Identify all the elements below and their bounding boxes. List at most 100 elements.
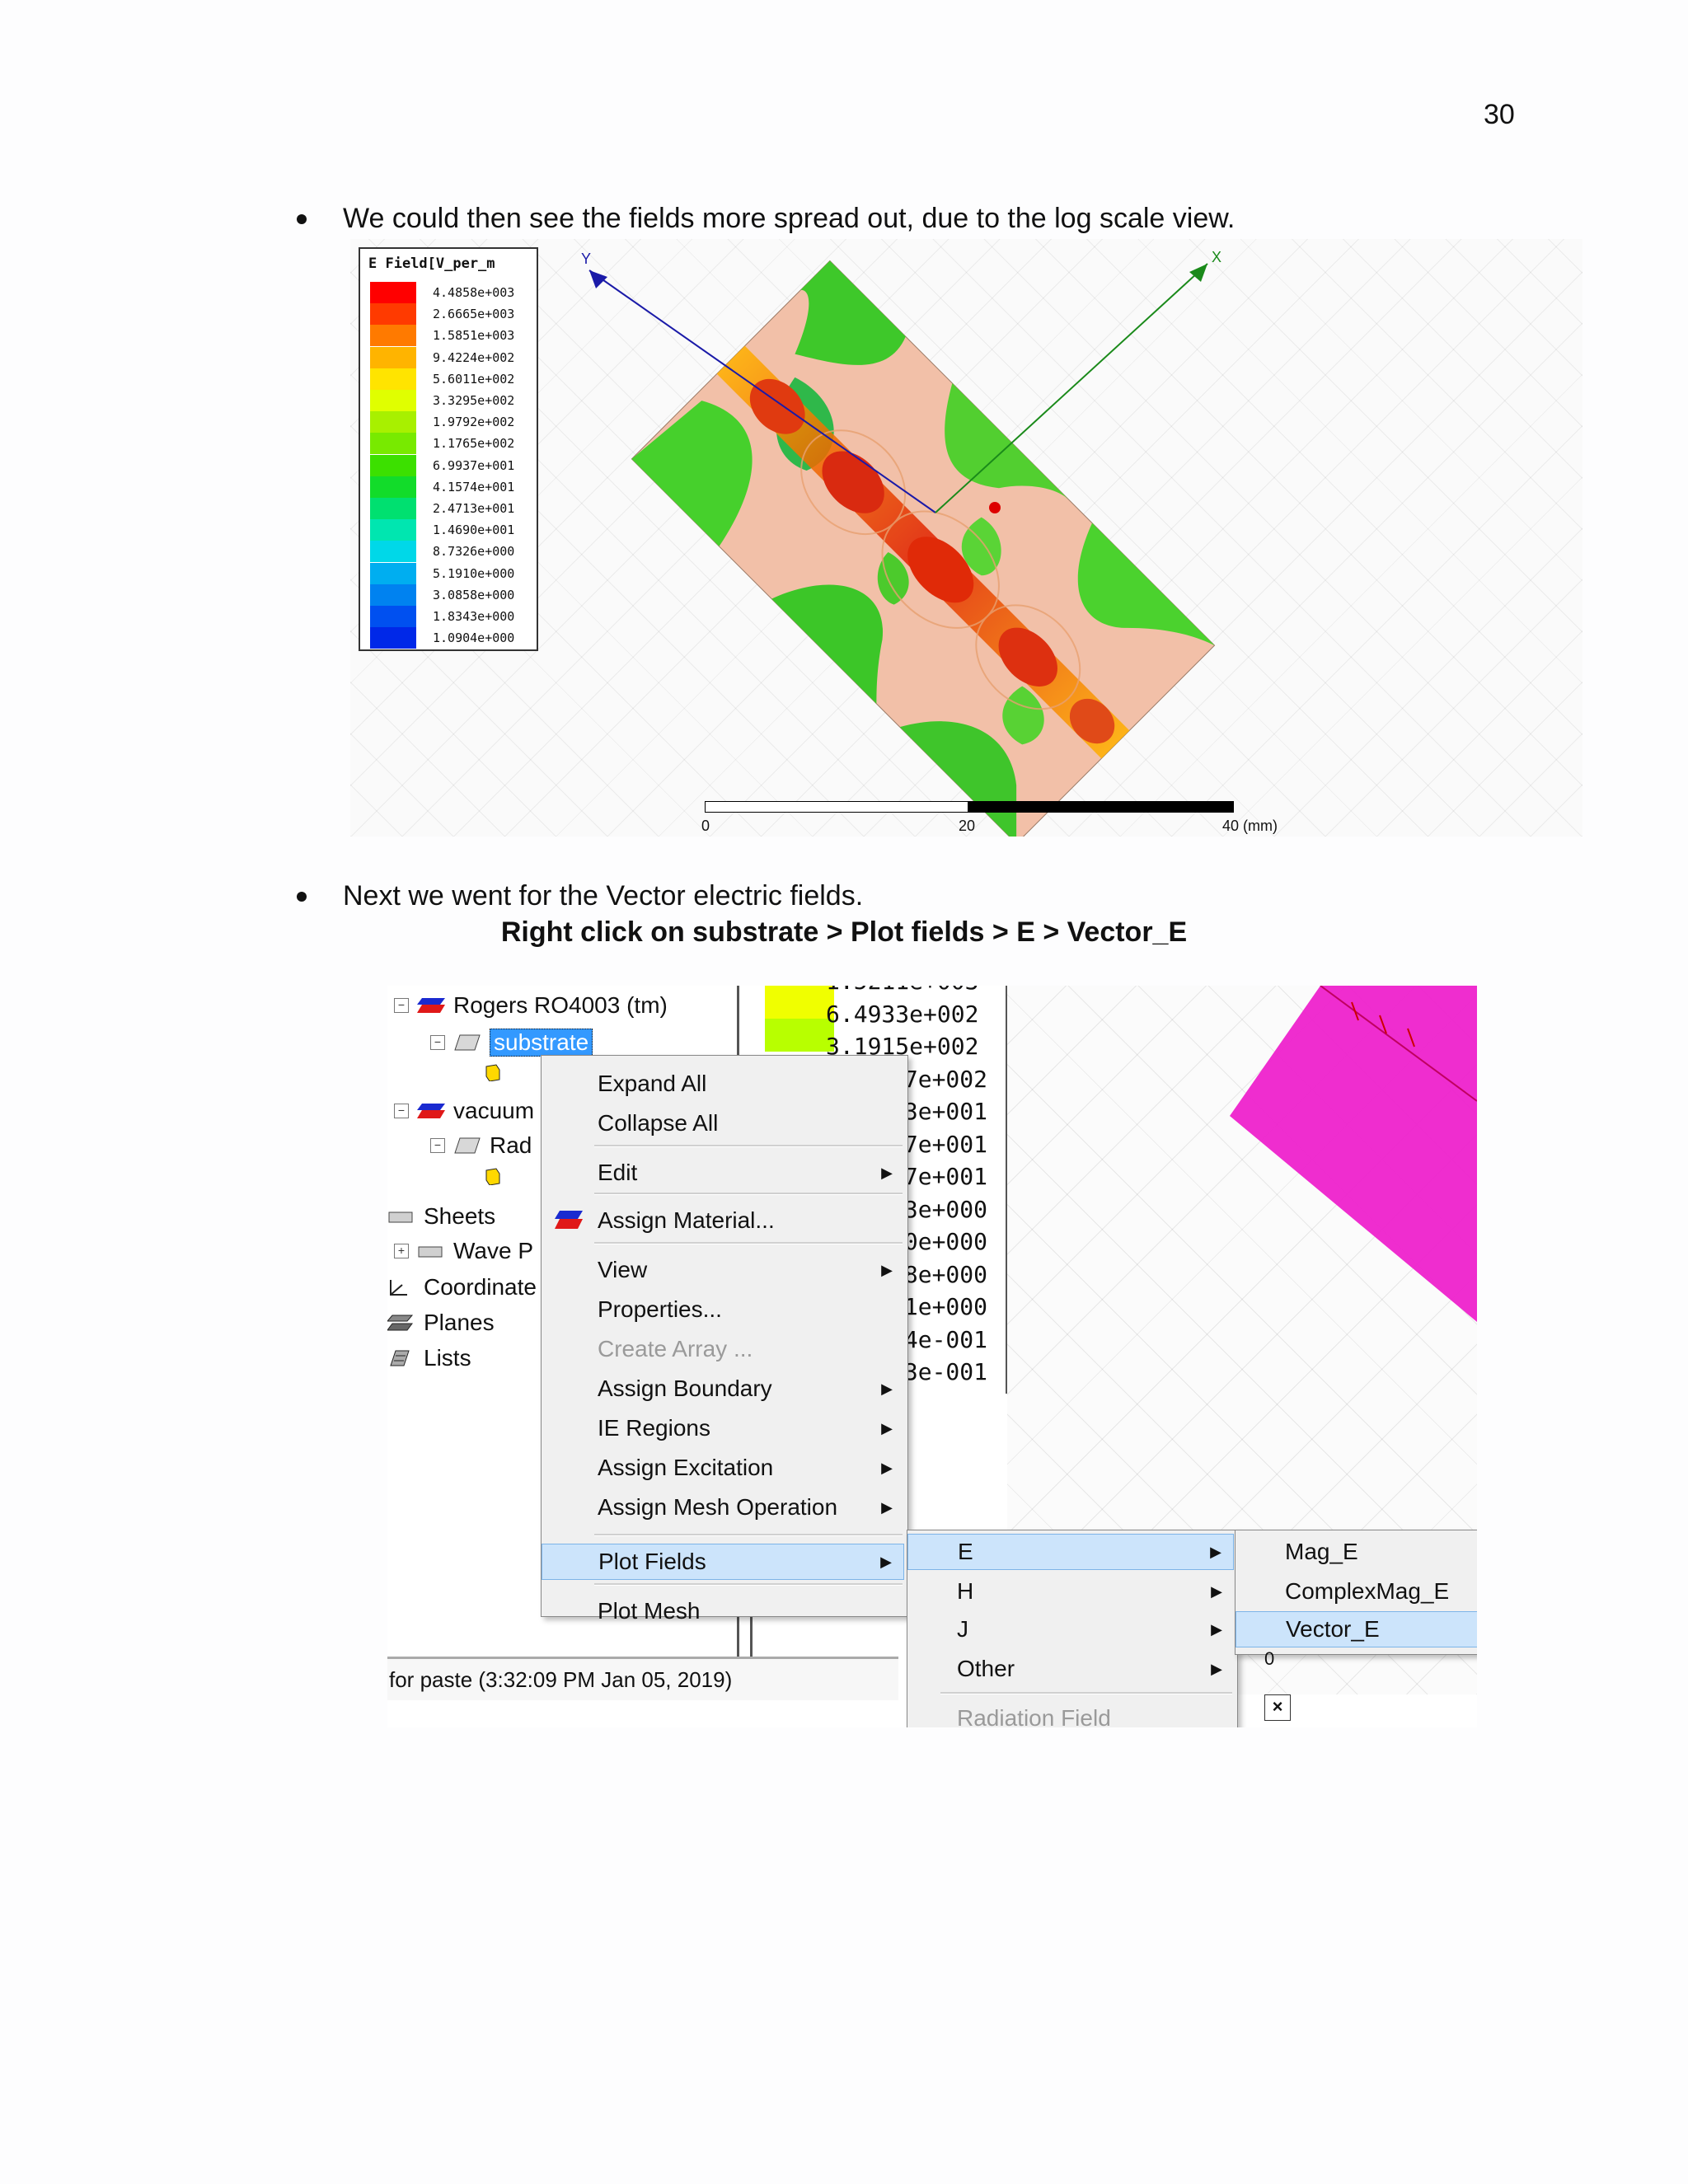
scale-bar-fill <box>968 802 1233 812</box>
menu-item-label: Properties... <box>598 1296 722 1322</box>
menu-separator <box>940 1692 1232 1694</box>
tree-label-lists: Lists <box>424 1345 471 1371</box>
material-stack-icon <box>417 1104 445 1118</box>
collapse-toggle-icon[interactable]: − <box>394 998 409 1013</box>
scale-bar <box>705 801 1234 813</box>
menu-item-properties[interactable]: Properties... <box>542 1291 904 1328</box>
expand-toggle-icon[interactable]: + <box>394 1244 409 1258</box>
submenu-item-h[interactable]: H ▶ <box>907 1573 1234 1610</box>
submenu-item-radiation-field: Radiation Field <box>907 1700 1234 1727</box>
submenu-arrow-icon: ▶ <box>1211 1582 1222 1600</box>
solid-cube-icon <box>485 1168 500 1185</box>
menu-separator <box>594 1193 903 1195</box>
menu-item-assign-mesh-operation[interactable]: Assign Mesh Operation ▶ <box>542 1489 904 1526</box>
menu-item-ie-regions[interactable]: IE Regions ▶ <box>542 1410 904 1446</box>
tree-label-coordinate: Coordinate <box>424 1274 537 1300</box>
scale-label-0: 0 <box>701 818 710 834</box>
box-object-icon <box>454 1137 481 1154</box>
y-axis-label: Y <box>581 251 591 267</box>
menu-item-label: E <box>958 1539 973 1564</box>
menu-item-label: Expand All <box>598 1071 707 1096</box>
sheet-icon <box>418 1246 443 1258</box>
menu-item-label: Collapse All <box>598 1110 719 1136</box>
collapse-toggle-icon[interactable]: − <box>430 1138 445 1153</box>
context-menu-screenshot: − Rogers RO4003 (tm) − substrate − vacuu… <box>387 986 1477 1727</box>
submenu-item-j[interactable]: J ▶ <box>907 1611 1234 1647</box>
legend-swatch <box>765 1019 834 1052</box>
tree-label-wave-port: Wave P <box>453 1238 533 1263</box>
solid-cube-icon <box>485 1064 500 1081</box>
close-icon[interactable]: × <box>1264 1694 1291 1721</box>
submenu-item-vector-e[interactable]: Vector_E <box>1236 1611 1477 1647</box>
scale-label-40: 40 (mm) <box>1222 818 1278 834</box>
tree-item-vacuum[interactable]: − vacuum <box>394 1098 534 1124</box>
bullet-item-1: We could then see the fields more spread… <box>297 203 1235 235</box>
tree-label-rogers: Rogers RO4003 (tm) <box>453 992 668 1018</box>
status-bar: for paste (3:32:09 PM Jan 05, 2019) <box>387 1657 898 1700</box>
field-view-svg: Y X <box>581 249 1221 837</box>
legend-value: 6.4933e+002 <box>826 1000 979 1028</box>
submenu-item-mag-e[interactable]: Mag_E <box>1236 1534 1477 1570</box>
lists-icon <box>390 1350 410 1366</box>
tree-label-substrate: substrate <box>490 1029 593 1057</box>
menu-item-assign-boundary[interactable]: Assign Boundary ▶ <box>542 1371 904 1407</box>
menu-item-label: Assign Excitation <box>598 1455 774 1480</box>
tree-item-sheets[interactable]: Sheets <box>387 1203 495 1230</box>
tree-item-substrate-child[interactable] <box>478 1063 514 1081</box>
x-axis-arrow <box>1189 264 1207 282</box>
tree-label-planes: Planes <box>424 1310 495 1335</box>
bullet-text-1: We could then see the fields more spread… <box>343 203 1236 234</box>
bullet-dot <box>297 891 307 902</box>
plot-fields-submenu: E ▶ H ▶ J ▶ Other ▶ Radiation Field <box>907 1530 1238 1727</box>
scale-label-20: 20 <box>959 818 976 834</box>
tree-item-planes[interactable]: Planes <box>387 1310 495 1336</box>
legend-value: 1.5211e+003 <box>826 986 978 995</box>
tree-item-wave-port[interactable]: + Wave P <box>394 1238 533 1264</box>
tree-item-rad-child[interactable] <box>478 1167 514 1185</box>
submenu-item-complexmag-e[interactable]: ComplexMag_E <box>1236 1573 1477 1610</box>
menu-item-label: Other <box>957 1656 1015 1681</box>
collapse-toggle-icon[interactable]: − <box>394 1104 409 1118</box>
menu-item-plot-mesh[interactable]: Plot Mesh <box>542 1593 904 1629</box>
menu-item-view[interactable]: View ▶ <box>542 1252 904 1288</box>
menu-item-label: View <box>598 1257 648 1282</box>
tree-item-substrate[interactable]: − substrate <box>430 1029 593 1057</box>
tree-label-rad: Rad <box>490 1132 532 1158</box>
submenu-arrow-icon: ▶ <box>880 1553 892 1570</box>
submenu-item-other[interactable]: Other ▶ <box>907 1651 1234 1687</box>
submenu-arrow-icon: ▶ <box>881 1380 893 1397</box>
menu-item-label: Assign Material... <box>598 1207 775 1233</box>
tree-item-coordinate[interactable]: Coordinate <box>387 1274 537 1301</box>
menu-item-label: Plot Fields <box>598 1549 706 1574</box>
submenu-arrow-icon: ▶ <box>1211 1620 1222 1638</box>
menu-item-collapse-all[interactable]: Collapse All <box>542 1105 904 1141</box>
magenta-substrate-shape <box>1230 986 1477 1322</box>
substrate-field-plot <box>631 260 1216 837</box>
menu-item-label: J <box>957 1616 968 1642</box>
tree-label-sheets: Sheets <box>424 1203 496 1229</box>
menu-item-assign-excitation[interactable]: Assign Excitation ▶ <box>542 1450 904 1486</box>
menu-item-plot-fields[interactable]: Plot Fields ▶ <box>542 1544 904 1580</box>
submenu-item-e[interactable]: E ▶ <box>907 1534 1234 1570</box>
menu-item-assign-material[interactable]: Assign Material... <box>542 1202 904 1239</box>
coordinate-system-icon <box>390 1280 407 1296</box>
menu-item-label: Plot Mesh <box>598 1598 701 1624</box>
e-field-submenu: Mag_E ComplexMag_E Vector_E <box>1235 1530 1477 1655</box>
bullet-dot <box>297 213 307 224</box>
menu-item-edit[interactable]: Edit ▶ <box>542 1155 904 1191</box>
menu-item-expand-all[interactable]: Expand All <box>542 1066 904 1102</box>
submenu-arrow-icon: ▶ <box>1211 1660 1222 1677</box>
tree-item-lists[interactable]: Lists <box>387 1345 471 1371</box>
y-axis-arrow <box>589 270 607 288</box>
material-icon <box>555 1211 583 1229</box>
collapse-toggle-icon[interactable]: − <box>430 1035 445 1050</box>
menu-separator <box>594 1242 903 1244</box>
tree-item-rad[interactable]: − Rad <box>430 1132 532 1159</box>
menu-item-create-array: Create Array ... <box>542 1331 904 1367</box>
material-stack-icon <box>417 998 445 1013</box>
origin-marker <box>989 502 1001 513</box>
submenu-arrow-icon: ▶ <box>1210 1543 1221 1560</box>
efield-log-plot-figure: E Field[V_per_m 4.4858e+003 2.6665e+003 1.… <box>350 239 1582 837</box>
status-text: for paste (3:32:09 PM Jan 05, 2019) <box>389 1667 733 1692</box>
tree-item-rogers[interactable]: − Rogers RO4003 (tm) <box>394 992 668 1019</box>
